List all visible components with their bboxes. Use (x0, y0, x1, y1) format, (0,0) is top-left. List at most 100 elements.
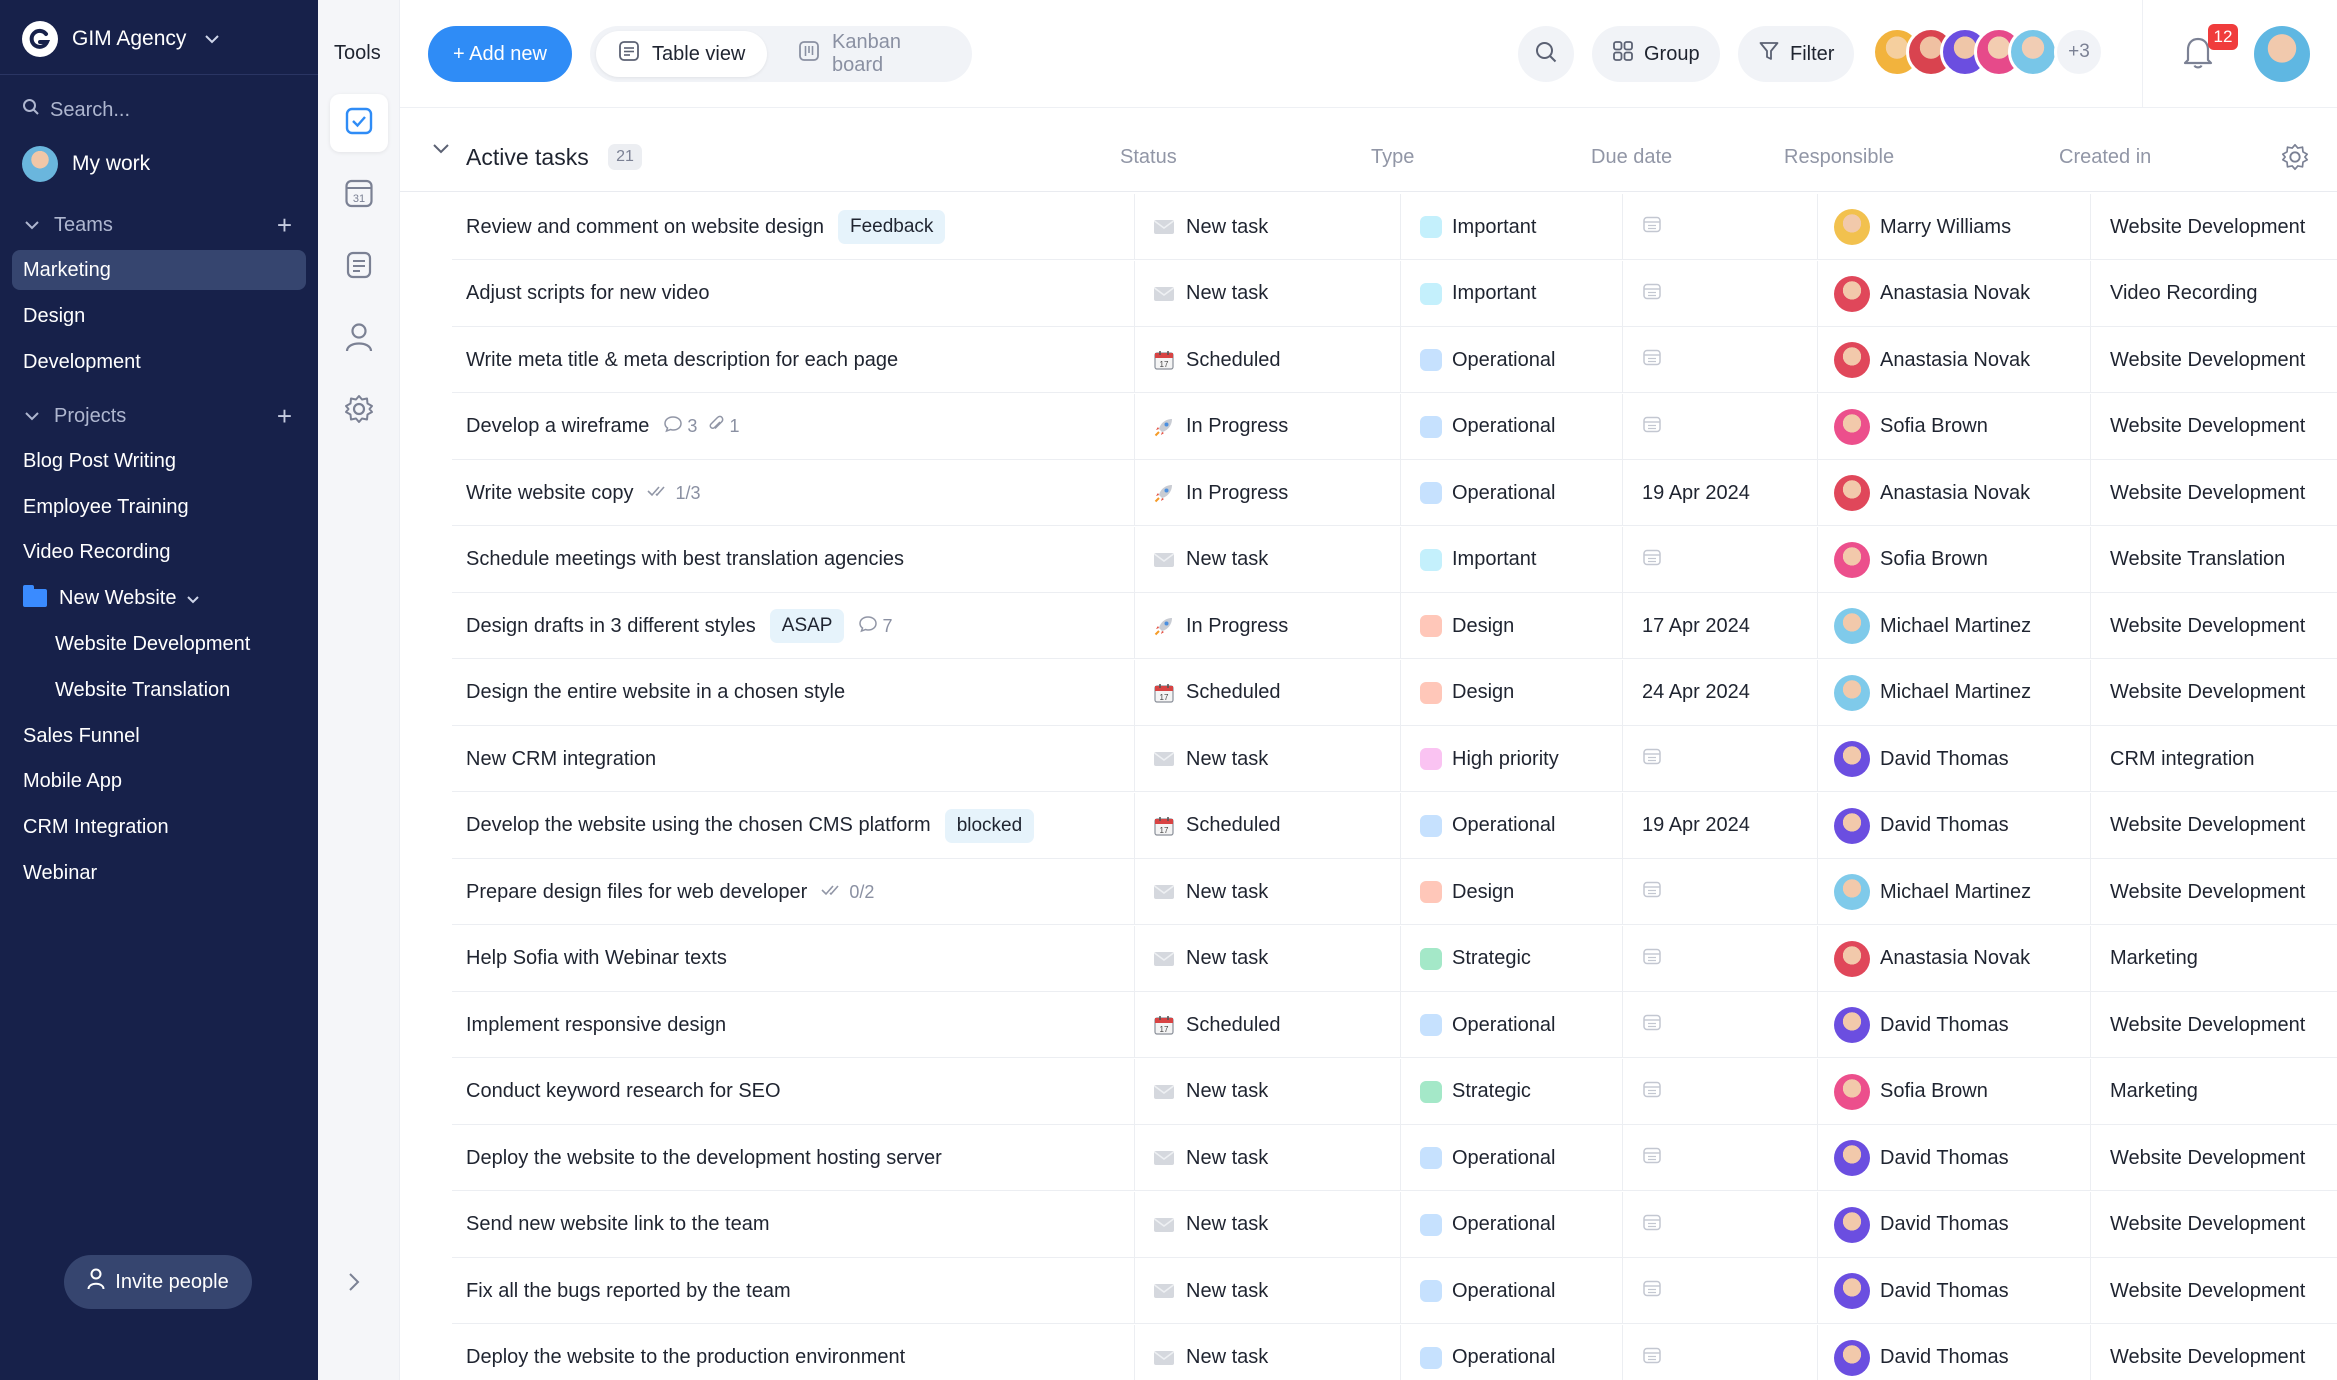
type-cell[interactable]: Strategic (1420, 1059, 1531, 1125)
task-title-cell[interactable]: Send new website link to the team (466, 1192, 770, 1258)
responsible-cell[interactable]: David Thomas (1834, 793, 2009, 859)
table-row[interactable]: Write website copy 1/3 In Progress Operatio… (452, 460, 2337, 526)
settings-tool-button[interactable] (330, 382, 388, 440)
status-cell[interactable]: New task (1152, 859, 1268, 925)
task-title[interactable]: Review and comment on website design (466, 216, 824, 239)
due-date-cell[interactable]: 24 Apr 2024 (1642, 660, 1750, 726)
search-button[interactable] (1518, 26, 1574, 82)
table-row[interactable]: Help Sofia with Webinar texts New task Str… (452, 925, 2337, 992)
task-title[interactable]: Develop the website using the chosen CMS… (466, 814, 931, 837)
due-date-cell[interactable] (1642, 1325, 1662, 1380)
sidebar-item-website-development[interactable]: Website Development (55, 624, 250, 664)
due-date-cell[interactable]: 19 Apr 2024 (1642, 793, 1750, 859)
calendar-icon[interactable] (1642, 1345, 1662, 1371)
filter-button[interactable]: Filter (1738, 26, 1855, 82)
due-date-cell[interactable] (1642, 527, 1662, 593)
sidebar-item-website-translation[interactable]: Website Translation (55, 670, 230, 710)
status-cell[interactable]: New task (1152, 1125, 1268, 1191)
type-cell[interactable]: Important (1420, 527, 1536, 593)
status-cell[interactable]: New task (1152, 1325, 1268, 1380)
status-cell[interactable]: 17 Scheduled (1152, 793, 1281, 859)
due-date-cell[interactable] (1642, 327, 1662, 393)
add-team-icon[interactable]: + (277, 212, 292, 238)
type-cell[interactable]: Operational (1420, 793, 1555, 859)
expand-sidebar-icon[interactable] (348, 1272, 360, 1298)
due-date-cell[interactable] (1642, 726, 1662, 792)
created-in-cell[interactable]: Website Development (2110, 394, 2305, 460)
table-row[interactable]: Fix all the bugs reported by the team New… (452, 1258, 2337, 1324)
member-avatars[interactable]: +3 (1872, 27, 2104, 77)
due-date-cell[interactable]: 17 Apr 2024 (1642, 593, 1750, 659)
sidebar-folder-new-website[interactable]: New Website (23, 578, 200, 618)
task-title-cell[interactable]: Fix all the bugs reported by the team (466, 1258, 791, 1324)
due-date-cell[interactable] (1642, 926, 1662, 992)
responsible-cell[interactable]: David Thomas (1834, 1192, 2009, 1258)
task-title-cell[interactable]: Prepare design files for web developer 0/… (466, 859, 874, 925)
responsible-cell[interactable]: Michael Martinez (1834, 660, 2031, 726)
calendar-icon[interactable] (1642, 1212, 1662, 1238)
task-title[interactable]: Fix all the bugs reported by the team (466, 1280, 791, 1303)
task-title-cell[interactable]: New CRM integration (466, 726, 656, 792)
tab-kanban-board[interactable]: Kanban board (776, 31, 972, 77)
status-cell[interactable]: New task (1152, 1059, 1268, 1125)
task-title[interactable]: Send new website link to the team (466, 1213, 770, 1236)
responsible-cell[interactable]: Anastasia Novak (1834, 460, 2030, 526)
type-cell[interactable]: Operational (1420, 1125, 1555, 1191)
task-title-cell[interactable]: Conduct keyword research for SEO (466, 1059, 781, 1125)
created-in-cell[interactable]: Website Development (2110, 1125, 2305, 1191)
due-date-cell[interactable] (1642, 394, 1662, 460)
task-tag[interactable]: Feedback (837, 210, 946, 244)
sidebar-item-design[interactable]: Design (23, 296, 85, 336)
org-switcher[interactable]: GIM Agency (22, 20, 220, 58)
type-cell[interactable]: Important (1420, 261, 1536, 327)
due-date-cell[interactable] (1642, 1059, 1662, 1125)
sidebar-item-video-recording[interactable]: Video Recording (23, 532, 171, 572)
task-title-cell[interactable]: Help Sofia with Webinar texts (466, 926, 727, 992)
created-in-cell[interactable]: Website Development (2110, 1325, 2305, 1380)
status-cell[interactable]: New task (1152, 261, 1268, 327)
task-tag[interactable]: ASAP (769, 609, 845, 643)
current-user-avatar[interactable] (2254, 26, 2310, 82)
due-date-cell[interactable] (1642, 992, 1662, 1058)
task-title-cell[interactable]: Develop a wireframe 3 1 (466, 394, 739, 460)
created-in-cell[interactable]: Marketing (2110, 1059, 2198, 1125)
task-title[interactable]: Schedule meetings with best translation … (466, 548, 904, 571)
created-in-cell[interactable]: Website Development (2110, 793, 2305, 859)
status-cell[interactable]: New task (1152, 1192, 1268, 1258)
task-title[interactable]: Adjust scripts for new video (466, 282, 709, 305)
status-cell[interactable]: New task (1152, 1258, 1268, 1324)
table-row[interactable]: Design the entire website in a chosen st… (452, 659, 2337, 726)
task-title[interactable]: New CRM integration (466, 748, 656, 771)
task-tag[interactable]: blocked (944, 808, 1035, 843)
created-in-cell[interactable]: Video Recording (2110, 261, 2258, 327)
type-cell[interactable]: Operational (1420, 992, 1555, 1058)
people-tool-button[interactable] (330, 310, 388, 368)
responsible-cell[interactable]: Michael Martinez (1834, 593, 2031, 659)
calendar-icon[interactable] (1642, 1079, 1662, 1105)
due-date-cell[interactable] (1642, 1125, 1662, 1191)
table-row[interactable]: Deploy the website to the development ho… (452, 1125, 2337, 1191)
table-row[interactable]: Develop a wireframe 3 1 In Progress Operatio… (452, 393, 2337, 460)
created-in-cell[interactable]: CRM integration (2110, 726, 2255, 792)
responsible-cell[interactable]: Sofia Brown (1834, 1059, 1988, 1125)
responsible-cell[interactable]: David Thomas (1834, 1125, 2009, 1191)
task-title[interactable]: Deploy the website to the development ho… (466, 1147, 942, 1170)
responsible-cell[interactable]: David Thomas (1834, 992, 2009, 1058)
sidebar-item-crm-integration[interactable]: CRM Integration (23, 807, 169, 847)
calendar-icon[interactable] (1642, 547, 1662, 573)
sidebar-search[interactable]: Search... (22, 98, 130, 122)
calendar-icon[interactable] (1642, 1012, 1662, 1038)
task-title[interactable]: Help Sofia with Webinar texts (466, 947, 727, 970)
projects-section-header[interactable]: Projects + (24, 403, 292, 429)
column-header-responsible[interactable]: Responsible (1784, 146, 1894, 169)
created-in-cell[interactable]: Website Development (2110, 194, 2305, 260)
column-header-due-date[interactable]: Due date (1591, 146, 1672, 169)
calendar-icon[interactable] (1642, 746, 1662, 772)
responsible-cell[interactable]: David Thomas (1834, 1258, 2009, 1324)
created-in-cell[interactable]: Website Development (2110, 1258, 2305, 1324)
table-row[interactable]: Adjust scripts for new video New task Impo… (452, 260, 2337, 327)
status-cell[interactable]: New task (1152, 194, 1268, 260)
task-title-cell[interactable]: Adjust scripts for new video (466, 261, 709, 327)
tab-table-view[interactable]: Table view (596, 31, 768, 77)
calendar-icon[interactable] (1642, 214, 1662, 240)
